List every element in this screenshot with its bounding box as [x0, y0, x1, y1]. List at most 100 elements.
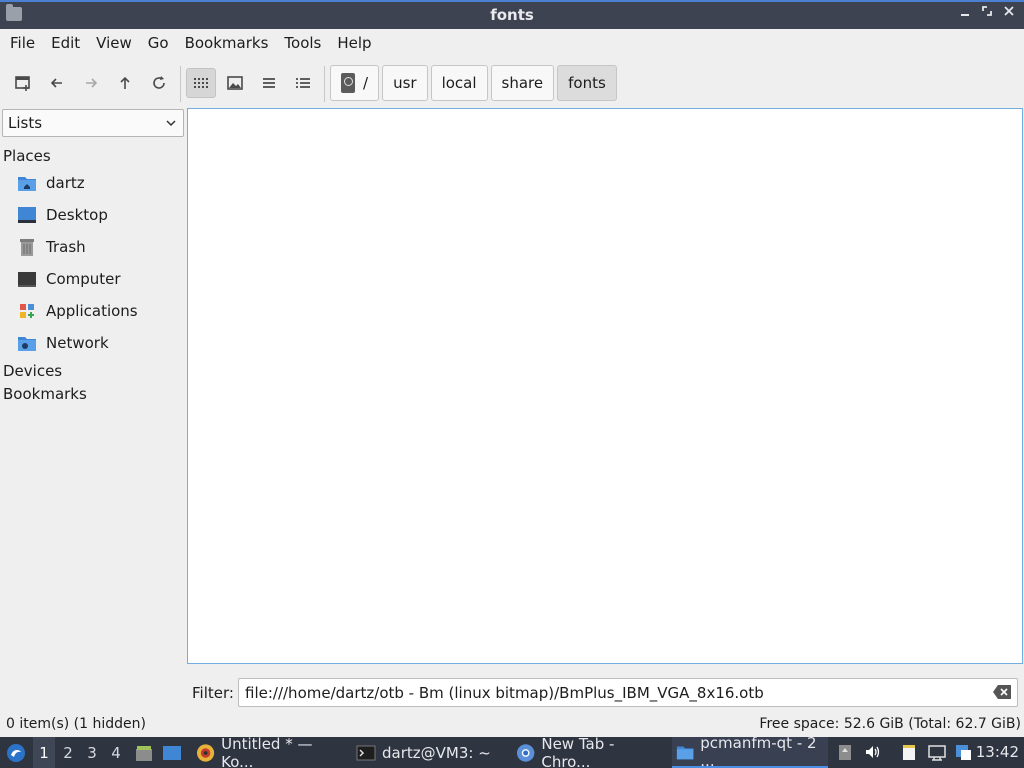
toolbar-separator — [180, 66, 181, 102]
places-header[interactable]: Places — [3, 147, 51, 165]
place-label: Computer — [46, 270, 121, 288]
chevron-down-icon — [166, 120, 176, 127]
close-button[interactable] — [1000, 5, 1018, 23]
task-kolourpaint[interactable]: Untitled * — Ko... — [192, 734, 348, 768]
thumbnail-view-button[interactable] — [220, 68, 250, 98]
task-label: dartz@VM3: ~ — [382, 743, 491, 762]
desktop-icon — [18, 207, 36, 223]
compact-view-icon — [263, 78, 275, 88]
path-segment-local[interactable]: local — [430, 65, 488, 101]
path-segment-root[interactable]: / — [330, 65, 380, 101]
quicklaunch-files[interactable] — [134, 737, 154, 768]
computer-icon — [18, 272, 36, 287]
place-item-computer[interactable]: Computer — [17, 267, 121, 291]
forward-button[interactable] — [76, 68, 106, 98]
kolourpaint-icon — [196, 743, 215, 762]
applications-icon — [20, 304, 34, 318]
network-wired-icon[interactable] — [928, 743, 946, 761]
side-pane-mode-select[interactable]: Lists — [2, 109, 184, 137]
window-title: fonts — [490, 6, 534, 24]
place-label: dartz — [46, 174, 85, 192]
place-label: Desktop — [46, 206, 108, 224]
devices-header[interactable]: Devices — [3, 362, 62, 380]
side-pane-mode-value: Lists — [8, 114, 43, 132]
filter-label: Filter: — [192, 684, 234, 702]
minimize-icon — [961, 14, 969, 16]
maximize-button[interactable] — [978, 5, 996, 23]
home-folder-icon — [18, 177, 36, 191]
side-pane: Lists Places dartz Desktop Trash Compute… — [0, 108, 186, 668]
menu-tools[interactable]: Tools — [276, 29, 329, 57]
new-tab-button[interactable] — [8, 68, 38, 98]
workspace-1[interactable]: 1 — [33, 737, 55, 768]
notes-icon[interactable] — [900, 743, 918, 761]
path-segment-share[interactable]: share — [490, 65, 555, 101]
filter-input[interactable] — [238, 678, 1018, 707]
show-desktop-button[interactable] — [162, 737, 184, 768]
menu-bookmarks[interactable]: Bookmarks — [177, 29, 277, 57]
start-menu-button[interactable] — [4, 737, 28, 768]
path-segment-fonts[interactable]: fonts — [557, 65, 617, 101]
maximize-icon — [982, 6, 992, 16]
drive-icon — [341, 73, 355, 93]
trash-icon — [20, 239, 34, 256]
clock[interactable]: 13:42 — [976, 743, 1019, 761]
menu-go[interactable]: Go — [140, 29, 177, 57]
place-item-trash[interactable]: Trash — [17, 235, 86, 259]
place-label: Trash — [46, 238, 86, 256]
taskbar: 1 2 3 4 Untitled * — Ko... dartz@VM3: ~ … — [0, 733, 1024, 768]
task-terminal[interactable]: dartz@VM3: ~ — [352, 737, 508, 768]
status-item-count: 0 item(s) (1 hidden) — [6, 716, 146, 732]
place-item-applications[interactable]: Applications — [17, 299, 138, 323]
path-bar: / usr local share fonts — [330, 65, 617, 101]
back-button[interactable] — [42, 68, 72, 98]
thumbnail-view-icon — [227, 76, 243, 90]
task-chromium[interactable]: New Tab - Chro... — [512, 734, 668, 768]
place-item-desktop[interactable]: Desktop — [17, 203, 108, 227]
reload-icon — [153, 76, 165, 89]
bookmarks-header[interactable]: Bookmarks — [3, 385, 87, 403]
clipboard-icon[interactable] — [836, 743, 854, 761]
compact-view-button[interactable] — [254, 68, 284, 98]
lxqt-logo-icon — [7, 743, 25, 762]
close-icon — [1004, 6, 1014, 16]
status-free-space: Free space: 52.6 GiB (Total: 62.7 GiB) — [759, 716, 1021, 732]
reload-button[interactable] — [144, 68, 174, 98]
workspace-4[interactable]: 4 — [105, 737, 127, 768]
task-label: Untitled * — Ko... — [221, 734, 313, 768]
place-label: Applications — [46, 302, 138, 320]
task-label: New Tab - Chro... — [541, 734, 615, 768]
menu-view[interactable]: View — [88, 29, 140, 57]
desktop-icon — [163, 745, 181, 760]
detailed-list-icon — [296, 78, 310, 88]
terminal-icon — [356, 745, 376, 760]
up-button[interactable] — [110, 68, 140, 98]
detailed-list-button[interactable] — [288, 68, 318, 98]
minimize-button[interactable] — [956, 5, 974, 23]
menu-help[interactable]: Help — [329, 29, 379, 57]
task-label: pcmanfm-qt - 2 ... — [700, 733, 817, 768]
new-tab-icon — [15, 76, 30, 91]
icon-view-button[interactable] — [186, 68, 216, 98]
clear-input-icon[interactable] — [992, 684, 1012, 700]
workspace-2[interactable]: 2 — [57, 737, 79, 768]
window-titlebar[interactable]: fonts — [0, 0, 1024, 29]
toolbar-separator — [324, 66, 325, 102]
volume-icon[interactable] — [864, 743, 882, 761]
path-segment-usr[interactable]: usr — [382, 65, 428, 101]
menu-file[interactable]: File — [2, 29, 43, 57]
folder-view[interactable] — [187, 108, 1023, 664]
forward-arrow-icon — [86, 78, 98, 88]
path-segment-label: / — [363, 74, 369, 92]
chromium-icon — [516, 743, 535, 762]
menu-edit[interactable]: Edit — [43, 29, 88, 57]
place-item-dartz[interactable]: dartz — [17, 171, 85, 195]
place-item-network[interactable]: Network — [17, 331, 109, 355]
updates-icon[interactable] — [954, 743, 972, 761]
task-pcmanfm[interactable]: pcmanfm-qt - 2 ... — [672, 733, 828, 768]
icon-view-icon — [194, 78, 208, 88]
file-manager-icon — [676, 746, 694, 759]
archive-icon — [136, 745, 152, 761]
up-arrow-icon — [120, 76, 130, 89]
workspace-3[interactable]: 3 — [81, 737, 103, 768]
